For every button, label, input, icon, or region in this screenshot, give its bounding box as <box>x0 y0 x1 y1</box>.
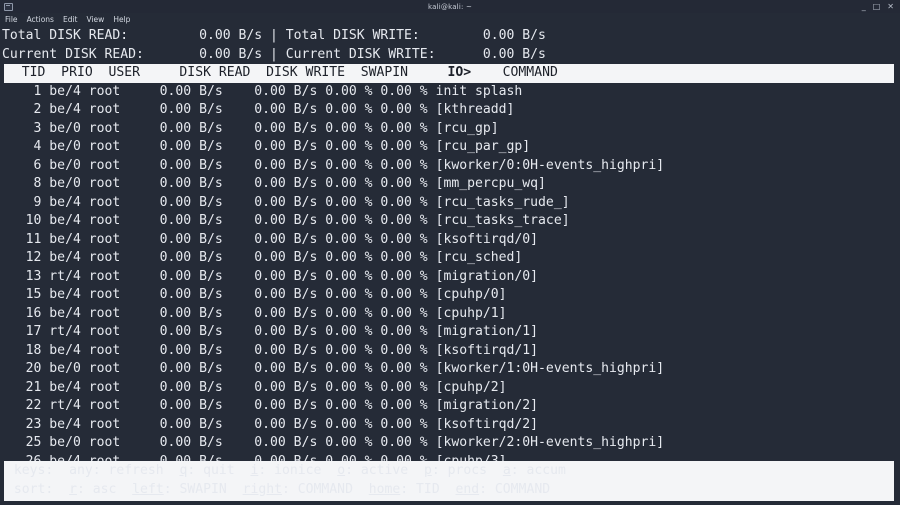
table-row[interactable]: 16 be/4 root 0.00 B/s 0.00 B/s 0.00 % 0.… <box>2 305 900 324</box>
status-bar: keys: any: refresh q: quit i: ionice o: … <box>4 461 894 501</box>
window-title: kali@kali: ~ <box>427 2 473 11</box>
table-row[interactable]: 13 rt/4 root 0.00 B/s 0.00 B/s 0.00 % 0.… <box>2 268 900 287</box>
status-sort-item-left[interactable]: left: SWAPIN <box>132 482 227 497</box>
summary-line-current: Current DISK READ: 0.00 B/s | Current DI… <box>2 46 546 62</box>
status-keys-item-p[interactable]: p: procs <box>424 463 487 478</box>
status-keys-o-action: : active <box>345 463 409 478</box>
menu-item-help[interactable]: Help <box>113 15 130 24</box>
status-keys-item-any[interactable]: any: refresh <box>69 463 164 478</box>
process-table[interactable]: 1 be/4 root 0.00 B/s 0.00 B/s 0.00 % 0.0… <box>0 83 900 472</box>
menu-item-actions[interactable]: Actions <box>27 15 54 24</box>
status-keys-p-key[interactable]: p <box>424 463 432 478</box>
status-keys-i-action: : ionice <box>258 463 322 478</box>
table-row[interactable]: 17 rt/4 root 0.00 B/s 0.00 B/s 0.00 % 0.… <box>2 323 900 342</box>
status-sort-right-action: : COMMAND <box>282 481 353 497</box>
table-row[interactable]: 6 be/0 root 0.00 B/s 0.00 B/s 0.00 % 0.0… <box>2 157 900 176</box>
status-sort-r-key[interactable]: r <box>69 482 77 497</box>
status-bar-lines: keys: any: refresh q: quit i: ionice o: … <box>6 462 894 499</box>
table-header-post: COMMAND <box>471 65 558 80</box>
title-bar: kali@kali: ~ _ □ ✕ <box>0 0 900 13</box>
status-sort-right-key[interactable]: right <box>243 482 282 497</box>
status-keys-p-action: : procs <box>431 463 488 478</box>
status-keys-q-action: : quit <box>187 463 235 478</box>
status-sort-item-end[interactable]: end: COMMAND <box>455 482 550 497</box>
status-sort-item-right[interactable]: right: COMMAND <box>243 482 353 497</box>
status-keys-any-key[interactable]: any <box>69 463 93 478</box>
menu-item-edit[interactable]: Edit <box>63 15 78 24</box>
table-row[interactable]: 2 be/4 root 0.00 B/s 0.00 B/s 0.00 % 0.0… <box>2 101 900 120</box>
status-sort-r-action: : asc <box>76 481 117 497</box>
status-sort-left-action: : SWAPIN <box>163 481 227 497</box>
table-header-row: TID PRIO USER DISK READ DISK WRITE SWAPI… <box>4 64 894 83</box>
status-keys-item-q[interactable]: q: quit <box>179 463 234 478</box>
table-row[interactable]: 23 be/4 root 0.00 B/s 0.00 B/s 0.00 % 0.… <box>2 416 900 435</box>
table-row[interactable]: 20 be/0 root 0.00 B/s 0.00 B/s 0.00 % 0.… <box>2 360 900 379</box>
table-header-pre: TID PRIO USER DISK READ DISK WRITE SWAPI… <box>6 65 448 80</box>
menu-item-view[interactable]: View <box>87 15 105 24</box>
status-sort-end-action: : COMMAND <box>479 481 551 497</box>
status-keys-item-a[interactable]: a: accum <box>503 463 566 478</box>
table-header-wrap: TID PRIO USER DISK READ DISK WRITE SWAPI… <box>0 64 900 83</box>
terminal-body[interactable]: Total DISK READ: 0.00 B/s | Total DISK W… <box>0 26 900 505</box>
status-sort: sort: r: asc left: SWAPIN right: COMMAND… <box>6 481 894 500</box>
table-row[interactable]: 3 be/0 root 0.00 B/s 0.00 B/s 0.00 % 0.0… <box>2 120 900 139</box>
table-row[interactable]: 10 be/4 root 0.00 B/s 0.00 B/s 0.00 % 0.… <box>2 212 900 231</box>
status-sort-home-key[interactable]: home <box>369 482 401 497</box>
status-keys-o-key[interactable]: o <box>337 463 345 478</box>
status-keys-a-key[interactable]: a <box>503 463 511 478</box>
status-keys-label: keys: <box>6 463 70 478</box>
status-keys: keys: any: refresh q: quit i: ionice o: … <box>6 462 894 481</box>
table-row[interactable]: 22 rt/4 root 0.00 B/s 0.00 B/s 0.00 % 0.… <box>2 397 900 416</box>
status-sort-end-key[interactable]: end <box>455 482 479 497</box>
disk-summary: Total DISK READ: 0.00 B/s | Total DISK W… <box>0 26 900 64</box>
table-row[interactable]: 25 be/0 root 0.00 B/s 0.00 B/s 0.00 % 0.… <box>2 434 900 453</box>
terminal-window: kali@kali: ~ _ □ ✕ File Actions Edit Vie… <box>0 0 900 505</box>
summary-line-total: Total DISK READ: 0.00 B/s | Total DISK W… <box>2 28 546 43</box>
status-sort-label: sort: <box>6 481 70 497</box>
table-row[interactable]: 18 be/4 root 0.00 B/s 0.00 B/s 0.00 % 0.… <box>2 342 900 361</box>
table-row[interactable]: 12 be/4 root 0.00 B/s 0.00 B/s 0.00 % 0.… <box>2 249 900 268</box>
table-row[interactable]: 9 be/4 root 0.00 B/s 0.00 B/s 0.00 % 0.0… <box>2 194 900 213</box>
table-row[interactable]: 21 be/4 root 0.00 B/s 0.00 B/s 0.00 % 0.… <box>2 379 900 398</box>
status-sort-left-key[interactable]: left <box>132 482 164 497</box>
status-sort-item-r[interactable]: r: asc <box>69 482 116 497</box>
status-keys-item-i[interactable]: i: ionice <box>250 463 321 478</box>
table-row[interactable]: 8 be/0 root 0.00 B/s 0.00 B/s 0.00 % 0.0… <box>2 175 900 194</box>
menu-bar: File Actions Edit View Help <box>0 13 900 26</box>
status-keys-any-action: : refresh <box>92 463 164 478</box>
table-row[interactable]: 4 be/0 root 0.00 B/s 0.00 B/s 0.00 % 0.0… <box>2 138 900 157</box>
table-row[interactable]: 15 be/4 root 0.00 B/s 0.00 B/s 0.00 % 0.… <box>2 286 900 305</box>
status-keys-a-action: : accum <box>510 463 566 478</box>
status-sort-home-action: : TID <box>400 481 440 497</box>
menu-item-file[interactable]: File <box>5 15 18 24</box>
table-row[interactable]: 11 be/4 root 0.00 B/s 0.00 B/s 0.00 % 0.… <box>2 231 900 250</box>
status-keys-item-o[interactable]: o: active <box>337 463 408 478</box>
status-sort-item-home[interactable]: home: TID <box>369 482 440 497</box>
table-row[interactable]: 1 be/4 root 0.00 B/s 0.00 B/s 0.00 % 0.0… <box>2 83 900 102</box>
table-header-sort-column[interactable]: IO> <box>447 65 471 80</box>
